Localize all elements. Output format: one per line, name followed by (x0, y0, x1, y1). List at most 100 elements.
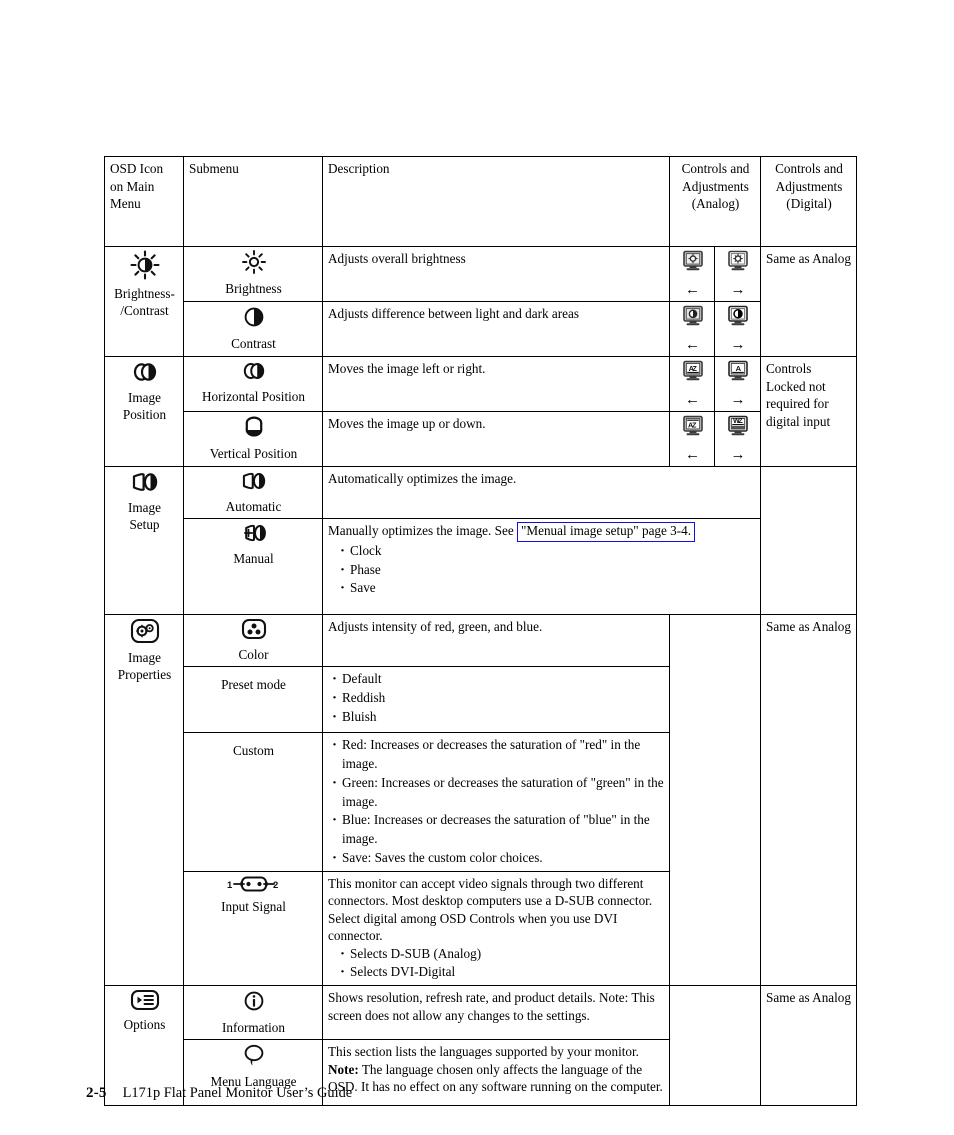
description-cell-horizontal-position: Moves the image left or right. (322, 356, 670, 413)
osd-label-image-setup-line1: Image (128, 499, 161, 515)
submenu-cell-brightness: Brightness (183, 245, 323, 303)
list-item: Selects D-SUB (Analog) (328, 944, 665, 965)
osd-label-brightness-contrast-line2: /Contrast (120, 302, 169, 318)
bullet-list-input-signal: Selects D-SUB (Analog) Selects DVI-Digit… (328, 944, 665, 984)
analog-spacer-options (669, 985, 761, 1107)
submenu-label-contrast: Contrast (231, 335, 276, 351)
analog-control-right-brightness: → (713, 245, 762, 303)
manual-image-setup-link[interactable]: "Menual image setup" page 3-4. (516, 522, 696, 542)
image-setup-icon (130, 470, 160, 494)
submenu-cell-vertical-position: Vertical Position (183, 411, 323, 468)
analog-control-left-hpos: AZ ← (669, 356, 715, 413)
half-circle-icon (243, 305, 265, 329)
description-prefix-manual: Manually optimizes the image. See (328, 523, 514, 539)
arrow-right-brightness: → (730, 281, 746, 298)
arrow-left-contrast: ← (685, 336, 700, 353)
analog-control-right-hpos: A → (713, 356, 762, 413)
analog-control-left-vpos: AZ ← (669, 411, 715, 468)
digital-cell-image-setup (760, 466, 858, 616)
monitor-vpos-down-icon: AZ (682, 415, 704, 437)
description-text-color: Adjusts intensity of red, green, and blu… (328, 619, 543, 635)
bullet-list-manual: Clock Phase Save (328, 541, 756, 599)
header-description: Description (322, 156, 670, 247)
header-controls-analog: Controls and Adjustments (Analog) (668, 156, 762, 247)
list-item: Bluish (328, 707, 665, 728)
vertical-position-icon (241, 415, 267, 439)
image-setup-manual-icon (240, 522, 268, 544)
header-submenu: Submenu (183, 156, 323, 247)
table-row-contrast: Contrast Adjusts difference between ligh… (105, 301, 857, 358)
options-icon (130, 989, 160, 1011)
table-header-row: OSD Icon on Main Menu Submenu Descriptio… (104, 156, 858, 247)
analog-control-left-contrast: ← (669, 301, 715, 358)
header-submenu-text: Submenu (189, 161, 239, 176)
description-cell-manual: Manually optimizes the image. See "Menua… (321, 518, 762, 616)
description-text-manual: Manually optimizes the image. See "Menua… (328, 522, 756, 542)
svg-text:Z: Z (692, 364, 697, 373)
digital-text-brightness-contrast: Same as Analog (766, 251, 851, 266)
submenu-label-input-signal: Input Signal (221, 899, 286, 915)
sun-icon (241, 250, 266, 274)
image-properties-icon (130, 618, 160, 644)
header-description-text: Description (328, 161, 390, 176)
description-cell-brightness: Adjusts overall brightness (322, 245, 670, 303)
digital-text-image-position: Controls Locked not required for digital… (766, 361, 831, 429)
speech-bubble-icon (241, 1043, 267, 1067)
osd-icon-cell-brightness-contrast: Brightness- /Contrast (104, 245, 184, 358)
list-item: Selects DVI-Digital (328, 962, 665, 983)
analog-control-left-brightness: ← (669, 245, 715, 303)
submenu-cell-horizontal-position: Horizontal Position (183, 356, 323, 413)
submenu-cell-preset-mode: Preset mode (183, 666, 323, 734)
image-position-icon (240, 360, 268, 382)
description-cell-preset-mode: Default Reddish Bluish (322, 666, 670, 734)
description-text-information: Shows resolution, refresh rate, and prod… (328, 990, 655, 1023)
list-item: Clock (328, 541, 756, 562)
table-row-color: Image Properties Color Adjusts intensity… (104, 614, 858, 987)
submenu-label-manual: Manual (233, 550, 274, 566)
footer-title: L171p Flat Panel Monitor User’s Guide (122, 1085, 353, 1101)
description-cell-vertical-position: Moves the image up or down. (322, 411, 670, 468)
header-controls-digital: Controls and Adjustments (Digital) (760, 156, 858, 247)
submenu-cell-manual: Manual (183, 518, 323, 616)
description-text-automatic: Automatically optimizes the image. (328, 471, 517, 487)
osd-label-image-properties-line1: Image (128, 649, 161, 665)
description-cell-information: Shows resolution, refresh rate, and prod… (322, 985, 670, 1041)
svg-text:2: 2 (273, 880, 278, 891)
digital-cell-options: Same as Analog (760, 985, 858, 1107)
list-item: Save: Saves the custom color choices. (328, 848, 665, 869)
submenu-label-vertical-position: Vertical Position (209, 445, 298, 461)
arrow-left-hpos: ← (685, 391, 700, 408)
list-item: Save (328, 578, 756, 599)
monitor-contrast-high-icon (727, 305, 749, 327)
list-item: Green: Increases or decreases the satura… (328, 773, 665, 811)
submenu-cell-color: Color (183, 614, 323, 668)
svg-text:Z: Z (738, 416, 743, 425)
header-osd-icon-text: OSD Icon on Main Menu (110, 161, 164, 212)
description-cell-automatic: Automatically optimizes the image. (321, 466, 762, 520)
description-cell-input-signal: This monitor can accept video signals th… (322, 870, 670, 987)
osd-label-image-position-line2: Position (122, 406, 167, 422)
monitor-brightness-icon (682, 250, 704, 272)
svg-text:A: A (736, 364, 742, 373)
table-row-brightness: Brightness- /Contrast Brightness Adjusts… (104, 245, 858, 358)
osd-icon-cell-image-properties: Image Properties (104, 614, 184, 987)
description-cell-contrast: Adjusts difference between light and dar… (322, 301, 670, 358)
table-row-horizontal-position: Image Position Horizontal Position Moves… (104, 356, 858, 468)
submenu-label-automatic: Automatic (225, 498, 282, 514)
digital-cell-image-position: Controls Locked not required for digital… (760, 356, 858, 468)
list-item: Phase (328, 560, 756, 581)
description-text-menu-language-line2: Note: The language chosen only affects t… (328, 1061, 665, 1096)
arrow-left-vpos: ← (685, 446, 700, 463)
image-setup-icon (240, 470, 268, 492)
digital-text-options: Same as Analog (766, 990, 851, 1006)
table-row-information: Options Information Shows resolution, re… (104, 985, 858, 1107)
list-item: Default (328, 669, 665, 690)
bullet-list-custom: Red: Increases or decreases the saturati… (328, 735, 665, 869)
monitor-brightness-bright-icon (727, 250, 749, 272)
note-text: The language chosen only affects the lan… (328, 1061, 663, 1095)
submenu-label-color: Color (238, 646, 269, 662)
digital-text-image-properties: Same as Analog (766, 619, 851, 635)
osd-icon-cell-image-position: Image Position (104, 356, 184, 468)
document-page: OSD Icon on Main Menu Submenu Descriptio… (0, 0, 954, 1135)
osd-label-image-setup-line2: Setup (129, 516, 160, 532)
